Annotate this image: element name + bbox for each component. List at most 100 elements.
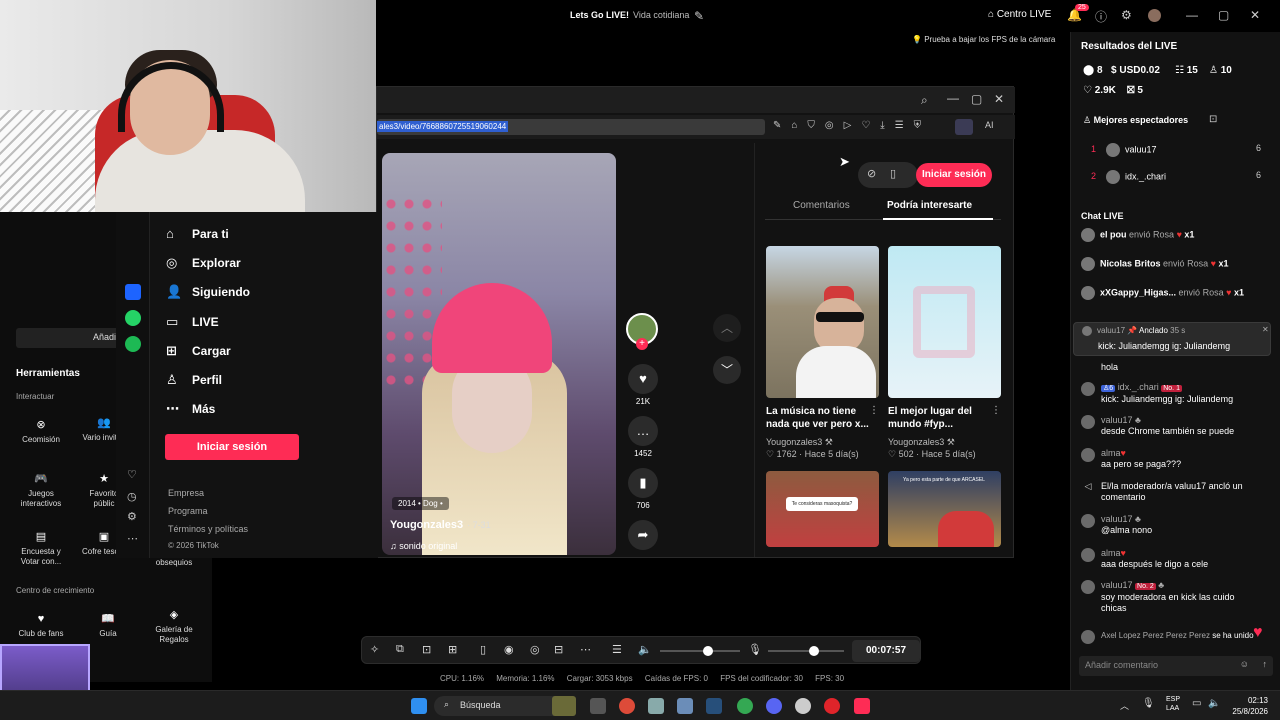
tool-guia[interactable]: 📖 Guía xyxy=(82,614,134,639)
maximize-icon[interactable]: ▢ xyxy=(971,92,982,106)
search-icon[interactable]: ⌕ xyxy=(921,93,928,108)
phone-icon[interactable]: ▯ xyxy=(890,167,896,180)
footer-empresa[interactable]: Empresa xyxy=(168,488,204,498)
speaker-icon[interactable]: 🔈 xyxy=(638,643,652,656)
spotify-icon[interactable] xyxy=(125,336,141,352)
video-card-author[interactable]: Yougonzales3 ⚒ xyxy=(888,437,955,448)
nav-para-ti[interactable]: ⌂ Para ti xyxy=(166,226,229,241)
tool-galeria[interactable]: ◈ Galería de Regalos xyxy=(148,610,200,645)
app-icon[interactable] xyxy=(795,698,811,714)
messenger-icon[interactable] xyxy=(125,284,141,300)
video-card-thumb[interactable] xyxy=(766,246,879,398)
nav-perfil[interactable]: ♙ Perfil xyxy=(166,372,222,388)
layers-icon[interactable]: ⧉ xyxy=(396,643,404,656)
video-author[interactable]: Yougonzales3 · 7-31 xyxy=(390,519,491,531)
ai-icon[interactable]: AI xyxy=(985,120,994,130)
more-icon[interactable]: ⋯ xyxy=(580,643,591,656)
login-button[interactable]: Iniciar sesión xyxy=(165,434,299,460)
clock[interactable]: 02:13 25/8/2026 xyxy=(1232,695,1268,717)
avatar[interactable] xyxy=(1148,9,1161,22)
tab-comentarios[interactable]: Comentarios xyxy=(793,200,850,211)
url-field[interactable]: ales3/video/7668860725519060244 xyxy=(377,119,765,135)
chat-message[interactable]: ♙6 idx._.chari No. 1 kick: Juliandemgg ig… xyxy=(1081,382,1271,405)
discord-icon[interactable] xyxy=(766,698,782,714)
comment-input[interactable]: Añadir comentario ☺ ↑ xyxy=(1079,656,1273,676)
chevron-up-icon[interactable]: ︿ xyxy=(1120,699,1129,712)
whatsapp-icon[interactable] xyxy=(125,310,141,326)
files-icon[interactable] xyxy=(677,698,693,714)
volume-knob[interactable] xyxy=(703,646,713,656)
magic-icon[interactable]: ✧ xyxy=(370,643,379,656)
video-icon[interactable]: ⊟ xyxy=(554,643,563,656)
tool-comision[interactable]: ⊗ Ceomisión xyxy=(15,420,67,445)
chrome-icon[interactable] xyxy=(619,698,635,714)
steam-icon[interactable] xyxy=(706,698,722,714)
share-button[interactable]: ➦ xyxy=(627,520,659,553)
minimize-icon[interactable]: — xyxy=(947,91,959,105)
nav-mas[interactable]: ⋯ Más xyxy=(166,401,215,417)
top-viewer-row[interactable]: 1 valuu17 6 xyxy=(1091,143,1261,157)
taskview-icon[interactable] xyxy=(590,698,606,714)
nav-explorar[interactable]: ◎ Explorar xyxy=(166,255,241,271)
gear-icon[interactable]: ⚙ xyxy=(1121,8,1132,22)
minimize-icon[interactable]: — xyxy=(1186,8,1198,22)
edit-icon[interactable]: ✎ xyxy=(694,9,704,23)
mic-icon[interactable]: 🎙 xyxy=(748,643,762,656)
nav-siguiendo[interactable]: 👤 Siguiendo xyxy=(166,284,250,300)
top-viewer-row[interactable]: 2 idx._.chari 6 xyxy=(1091,170,1261,184)
video-card-author[interactable]: Yougonzales3 ⚒ xyxy=(766,437,833,448)
gear-icon[interactable] xyxy=(648,698,664,714)
nav-cargar[interactable]: ⊞ Cargar xyxy=(166,343,231,359)
video-card-thumb[interactable]: Te consideras masoquista? xyxy=(766,471,879,547)
expand-icon[interactable]: ⊡ xyxy=(1209,114,1217,125)
footer-terminos[interactable]: Términos y políticas xyxy=(168,524,248,534)
follow-plus-icon[interactable]: + xyxy=(636,338,648,350)
tool-juegos[interactable]: 🎮 Juegos interactivos xyxy=(15,474,67,509)
emoji-icon[interactable]: ☺ xyxy=(1240,659,1249,669)
chevron-down-icon[interactable]: ﹀ xyxy=(713,356,741,384)
close-icon[interactable]: ✕ xyxy=(1262,325,1269,334)
wifi-icon[interactable]: ▭ xyxy=(1192,698,1201,709)
login-button-top[interactable]: Iniciar sesión xyxy=(916,163,992,187)
tool-club-fans[interactable]: ♥ Club de fans xyxy=(15,614,67,639)
settings-sliders-icon[interactable]: ☰ xyxy=(612,643,622,656)
phone-icon[interactable]: ▯ xyxy=(480,643,486,656)
tab-podria-interesarte[interactable]: Podría interesarte xyxy=(887,200,972,211)
top-viewers-title[interactable]: ♙ Mejores espectadores xyxy=(1083,115,1188,126)
send-icon[interactable]: ↑ xyxy=(1263,659,1268,669)
video-card-title[interactable]: La música no tiene nada que ver pero x..… xyxy=(766,405,878,431)
nav-live[interactable]: ▭ LIVE xyxy=(166,314,219,330)
camera-icon[interactable]: ⊡ xyxy=(422,643,431,656)
tiktok-live-icon[interactable] xyxy=(854,698,870,714)
more-icon[interactable]: ⋯ xyxy=(127,532,138,545)
video-card-thumb[interactable] xyxy=(888,246,1001,398)
gear-icon[interactable]: ⚙ xyxy=(127,510,137,523)
like-button[interactable]: ♥ 21K xyxy=(627,364,659,406)
mic-icon[interactable]: 🎙 xyxy=(1142,698,1155,709)
tool-encuesta[interactable]: ▤ Encuesta y Votar con... xyxy=(15,532,67,567)
video-card-thumb[interactable]: Ya pero esta parte de que ARCASEL xyxy=(888,471,1001,547)
chat-message[interactable]: valuu17 No. 2 ♣ soy moderadora en kick la… xyxy=(1081,580,1271,614)
comment-button[interactable]: … 1452 xyxy=(627,416,659,458)
more-icon[interactable]: ⋮ xyxy=(869,405,879,416)
video-player[interactable]: 2014 • Dog • Yougonzales3 · 7-31 ♫ sonido… xyxy=(382,153,616,555)
centro-live-button[interactable]: ⌂ Centro LIVE xyxy=(988,9,1051,20)
mic-slider[interactable] xyxy=(768,646,844,656)
opera-icon[interactable] xyxy=(824,698,840,714)
target-icon[interactable]: ◎ xyxy=(530,643,540,656)
chat-message[interactable]: alma♥ aa pero se paga??? xyxy=(1081,448,1271,470)
mic-knob[interactable] xyxy=(808,646,819,656)
video-card-title[interactable]: El mejor lugar del mundo #fyp... xyxy=(888,405,1000,431)
widget-icon[interactable] xyxy=(552,696,576,716)
video-sound[interactable]: ♫ sonido original xyxy=(390,541,457,551)
close-icon[interactable]: ✕ xyxy=(1250,8,1260,22)
speaker-icon[interactable]: 🔈 xyxy=(1208,698,1220,709)
pc-icon[interactable]: ⊘ xyxy=(867,167,876,180)
maximize-icon[interactable]: ▢ xyxy=(1218,8,1229,22)
heart-icon[interactable]: ♡ xyxy=(127,468,137,481)
history-icon[interactable]: ◷ xyxy=(127,490,137,503)
screen-icon[interactable]: ⊞ xyxy=(448,643,457,656)
save-button[interactable]: ▮ 706 xyxy=(627,468,659,510)
chat-message[interactable]: valuu17 ♣ desde Chrome también se puede xyxy=(1081,415,1271,437)
volume-slider[interactable] xyxy=(660,646,740,656)
